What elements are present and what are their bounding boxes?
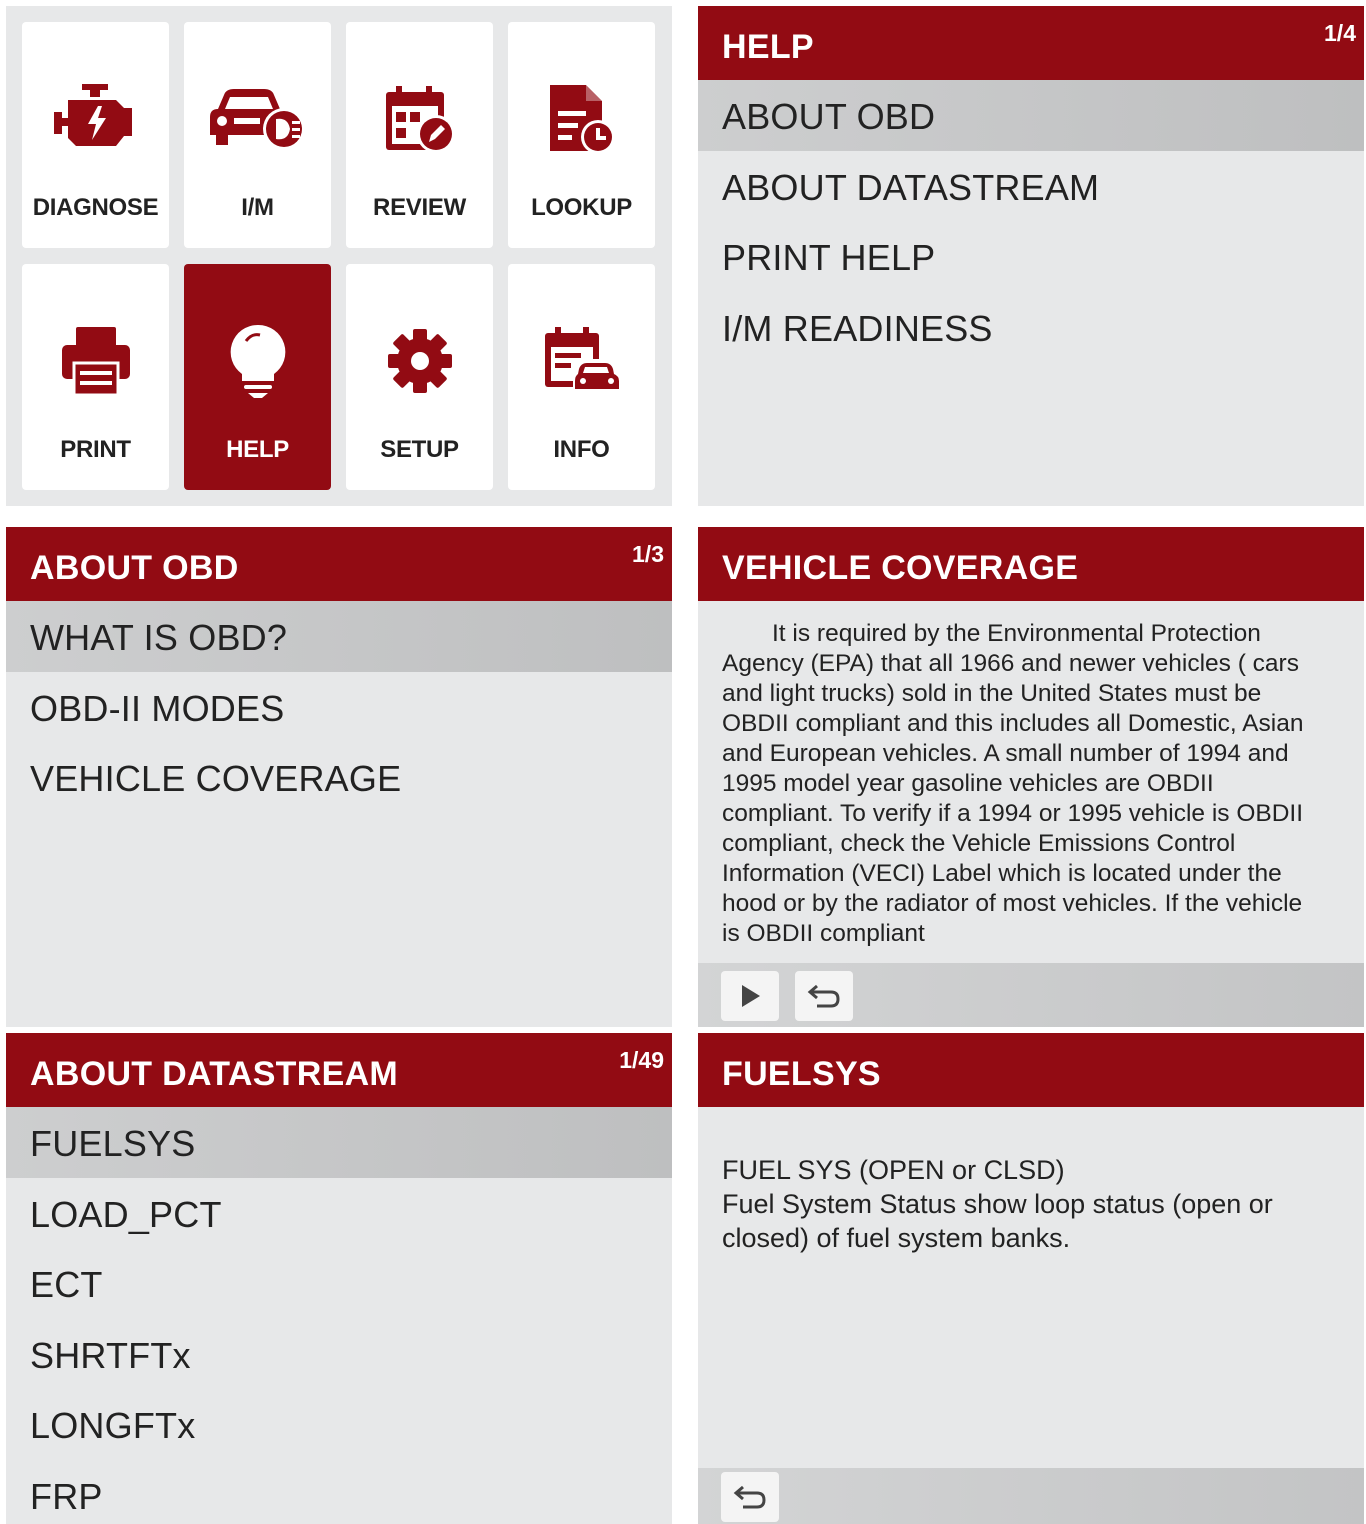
about-obd-header: ABOUT OBD 1/3 [6,527,672,601]
return-icon [733,1485,766,1509]
page-title: FUELSYS [722,1055,881,1093]
page-title: ABOUT OBD [30,549,239,587]
page-indicator: 1/3 [632,541,664,567]
page-indicator: 1/4 [1324,20,1356,46]
calendar-edit-icon [346,74,493,164]
return-icon [807,984,840,1008]
tile-print[interactable]: PRINT [22,264,169,490]
next-button[interactable] [721,971,779,1021]
list-item-about-obd[interactable]: ABOUT OBD [698,80,1364,151]
about-datastream-header: ABOUT DATASTREAM 1/49 [6,1033,672,1107]
list-item-shrtftx[interactable]: SHRTFTx [6,1319,672,1390]
list-item-im-readiness[interactable]: I/M READINESS [698,292,1364,363]
page-title: HELP [722,28,814,66]
bottom-toolbar [698,1468,1364,1524]
printer-icon [22,316,169,406]
help-menu-panel: HELP 1/4 ABOUT OBD ABOUT DATASTREAM PRIN… [698,6,1364,506]
car-readiness-icon [184,74,331,164]
page-indicator: 1/49 [619,1047,664,1073]
bottom-toolbar [698,963,1364,1027]
tile-label: I/M [241,194,274,221]
engine-icon [22,74,169,164]
about-datastream-panel: ABOUT DATASTREAM 1/49 FUELSYS LOAD_PCT E… [6,1033,672,1524]
list-item-vehicle-coverage[interactable]: VEHICLE COVERAGE [6,742,672,813]
about-obd-panel: ABOUT OBD 1/3 WHAT IS OBD? OBD-II MODES … [6,527,672,1027]
tile-info[interactable]: INFO [508,264,655,490]
datastream-list: FUELSYS LOAD_PCT ECT SHRTFTx LONGFTx FRP [6,1107,672,1524]
tile-label: LOOKUP [531,194,632,221]
list-item-ect[interactable]: ECT [6,1248,672,1319]
list-item-obd-modes[interactable]: OBD-II MODES [6,672,672,743]
help-list: ABOUT OBD ABOUT DATASTREAM PRINT HELP I/… [698,80,1364,362]
fuelsys-panel: FUELSYS FUEL SYS (OPEN or CLSD) Fuel Sys… [698,1033,1364,1524]
fuelsys-line-2: Fuel System Status show loop status (ope… [722,1189,1273,1253]
tile-help[interactable]: HELP [184,264,331,490]
fuelsys-description: FUEL SYS (OPEN or CLSD) Fuel System Stat… [722,1153,1332,1255]
help-text: It is required by the Environmental Prot… [722,620,1304,947]
list-item-longftx[interactable]: LONGFTx [6,1389,672,1460]
list-item-frp[interactable]: FRP [6,1460,672,1524]
gear-icon [346,316,493,406]
help-header: HELP 1/4 [698,6,1364,80]
fuelsys-header: FUELSYS [698,1033,1364,1107]
tile-setup[interactable]: SETUP [346,264,493,490]
list-item-what-is-obd[interactable]: WHAT IS OBD? [6,601,672,672]
fuelsys-line-1: FUEL SYS (OPEN or CLSD) [722,1155,1065,1185]
vehicle-coverage-panel: VEHICLE COVERAGE It is required by the E… [698,527,1364,1027]
main-menu-panel: DIAGNOSE I/M REVIEW LOOKUP PRINT HELP SE… [6,6,672,506]
calendar-car-icon [508,316,655,406]
tile-im[interactable]: I/M [184,22,331,248]
page-title: ABOUT DATASTREAM [30,1055,399,1093]
play-icon [742,985,760,1007]
list-item-print-help[interactable]: PRINT HELP [698,221,1364,292]
tile-lookup[interactable]: LOOKUP [508,22,655,248]
back-button[interactable] [795,971,853,1021]
about-obd-list: WHAT IS OBD? OBD-II MODES VEHICLE COVERA… [6,601,672,813]
tile-label: HELP [226,436,289,463]
page-title: VEHICLE COVERAGE [722,549,1079,587]
list-item-fuelsys[interactable]: FUELSYS [6,1107,672,1178]
vehicle-coverage-header: VEHICLE COVERAGE [698,527,1364,601]
tile-review[interactable]: REVIEW [346,22,493,248]
document-clock-icon [508,74,655,164]
lightbulb-icon [184,316,331,406]
tile-label: PRINT [60,436,131,463]
tile-label: INFO [553,436,610,463]
list-item-about-datastream[interactable]: ABOUT DATASTREAM [698,151,1364,222]
back-button[interactable] [721,1472,779,1522]
tile-label: SETUP [380,436,459,463]
list-item-load-pct[interactable]: LOAD_PCT [6,1178,672,1249]
tile-label: DIAGNOSE [32,194,159,221]
tile-label: REVIEW [373,194,466,221]
tile-diagnose[interactable]: DIAGNOSE [22,22,169,248]
